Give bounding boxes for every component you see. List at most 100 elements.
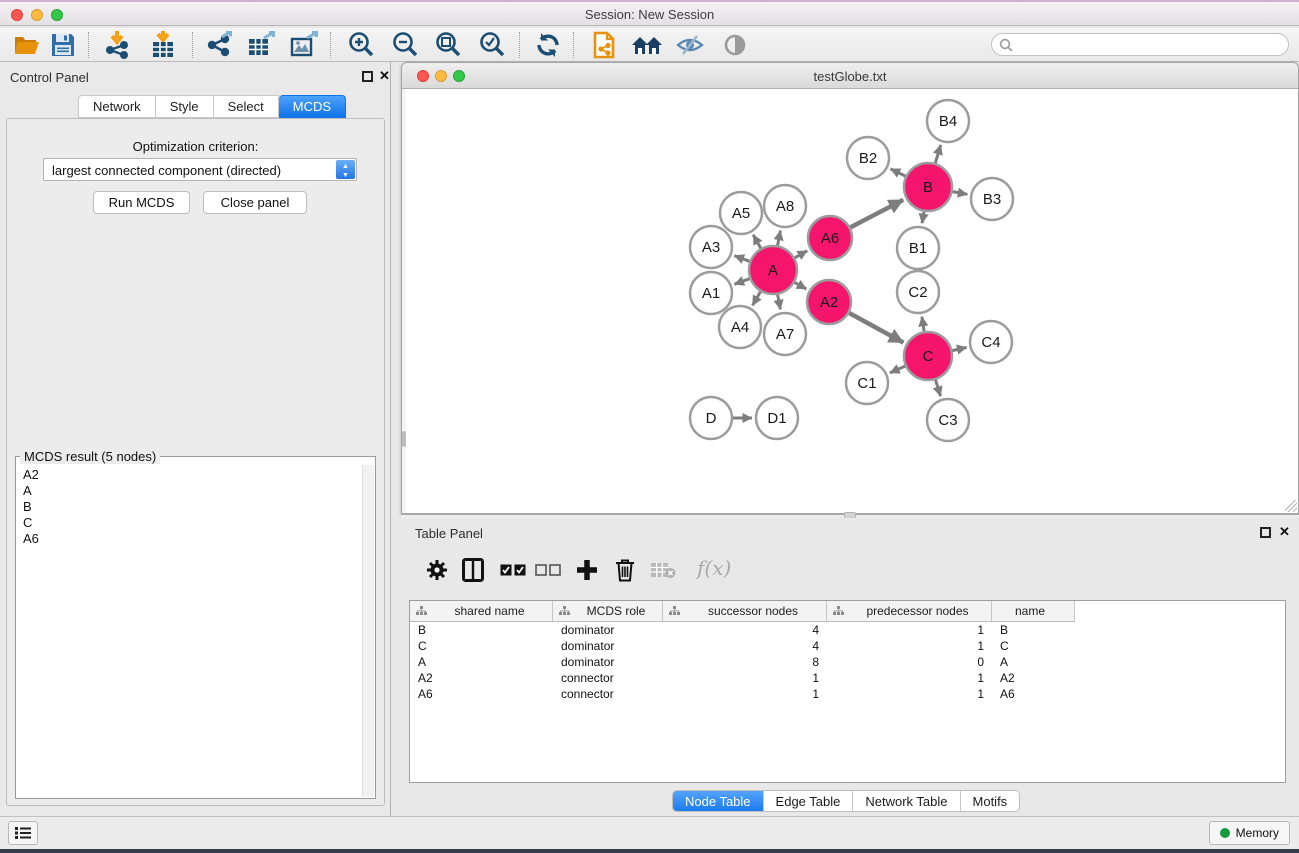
- cell[interactable]: 1: [827, 622, 992, 638]
- float-panel-icon[interactable]: [362, 71, 373, 82]
- edge-A-A4[interactable]: [753, 292, 761, 306]
- edge-C-C2[interactable]: [922, 317, 924, 332]
- run-mcds-button[interactable]: Run MCDS: [93, 191, 190, 214]
- search-input[interactable]: [1016, 35, 1281, 54]
- edge-A-A5[interactable]: [753, 235, 761, 248]
- export-table-icon[interactable]: [244, 31, 278, 59]
- zoom-fit-icon[interactable]: [431, 31, 465, 59]
- import-network-icon[interactable]: [100, 31, 134, 59]
- cell[interactable]: connector: [553, 670, 663, 686]
- edge-A-A3[interactable]: [734, 256, 749, 262]
- edge-A6-B[interactable]: [850, 200, 903, 228]
- eye-icon[interactable]: [718, 31, 752, 59]
- column-header-name[interactable]: name: [992, 601, 1075, 622]
- document-share-icon[interactable]: [588, 31, 622, 59]
- criterion-select[interactable]: largest connected component (directed) ▲…: [43, 158, 357, 181]
- edge-B-B1[interactable]: [922, 212, 924, 224]
- close-panel-icon[interactable]: ✕: [379, 68, 390, 84]
- cell[interactable]: dominator: [553, 638, 663, 654]
- mcds-result-item[interactable]: B: [23, 499, 356, 515]
- eye-slash-icon[interactable]: [673, 31, 707, 59]
- cell[interactable]: A6: [410, 686, 553, 702]
- edge-B-B2[interactable]: [891, 169, 906, 176]
- column-header-predecessor-nodes[interactable]: predecessor nodes: [827, 601, 992, 622]
- cell[interactable]: 1: [827, 638, 992, 654]
- export-image-icon[interactable]: [287, 31, 321, 59]
- tab-style[interactable]: Style: [156, 95, 214, 118]
- tab-network[interactable]: Network: [78, 95, 156, 118]
- edge-A-A7[interactable]: [778, 295, 781, 310]
- table-row[interactable]: A2connector11A2: [410, 670, 1285, 686]
- select-all-checks-icon[interactable]: [497, 554, 529, 586]
- cell[interactable]: C: [410, 638, 553, 654]
- tab-node-table[interactable]: Node Table: [673, 791, 764, 811]
- settings-gear-icon[interactable]: [421, 554, 453, 586]
- cell[interactable]: 1: [663, 670, 827, 686]
- cell[interactable]: 8: [663, 654, 827, 670]
- cell[interactable]: 1: [827, 670, 992, 686]
- columns-icon[interactable]: [457, 554, 489, 586]
- memory-button[interactable]: Memory: [1209, 821, 1290, 845]
- houses-icon[interactable]: [630, 31, 664, 59]
- float-table-panel-icon[interactable]: [1260, 527, 1271, 538]
- table-row[interactable]: Cdominator41C: [410, 638, 1285, 654]
- close-panel-button[interactable]: Close panel: [203, 191, 307, 214]
- mcds-result-scrollbar[interactable]: [362, 465, 374, 797]
- cell[interactable]: 0: [827, 654, 992, 670]
- table-row[interactable]: Adominator80A: [410, 654, 1285, 670]
- zoom-out-icon[interactable]: [388, 31, 422, 59]
- cell[interactable]: 4: [663, 622, 827, 638]
- close-table-panel-icon[interactable]: ✕: [1279, 524, 1290, 540]
- edge-A2-C[interactable]: [849, 313, 903, 343]
- edge-C-C3[interactable]: [936, 380, 941, 396]
- zoom-selected-icon[interactable]: [475, 31, 509, 59]
- mcds-result-item[interactable]: A6: [23, 531, 356, 547]
- tab-select[interactable]: Select: [214, 95, 279, 118]
- cell[interactable]: C: [992, 638, 1075, 654]
- edge-A-A2[interactable]: [795, 282, 807, 289]
- deselect-checks-icon[interactable]: [532, 554, 564, 586]
- cell[interactable]: A6: [992, 686, 1075, 702]
- cell[interactable]: A2: [992, 670, 1075, 686]
- window-resize-grip[interactable]: [1285, 500, 1297, 512]
- cell[interactable]: B: [992, 622, 1075, 638]
- edge-A-A6[interactable]: [795, 251, 808, 258]
- cell[interactable]: A2: [410, 670, 553, 686]
- select-stepper-icon[interactable]: ▲▼: [336, 160, 355, 179]
- delete-trash-icon[interactable]: [609, 554, 641, 586]
- save-session-icon[interactable]: [46, 31, 80, 59]
- tab-motifs[interactable]: Motifs: [961, 791, 1020, 811]
- edge-A-A1[interactable]: [734, 279, 749, 285]
- open-session-icon[interactable]: [10, 31, 44, 59]
- node-table[interactable]: shared nameMCDS rolesuccessor nodesprede…: [409, 600, 1286, 783]
- cell[interactable]: A: [410, 654, 553, 670]
- edge-B-B3[interactable]: [953, 192, 968, 195]
- cell[interactable]: 1: [663, 686, 827, 702]
- add-icon[interactable]: [571, 554, 603, 586]
- cell[interactable]: dominator: [553, 654, 663, 670]
- search-box[interactable]: [991, 33, 1289, 56]
- zoom-in-icon[interactable]: [344, 31, 378, 59]
- cell[interactable]: B: [410, 622, 553, 638]
- edge-C-C1[interactable]: [890, 366, 905, 373]
- table-row[interactable]: Bdominator41B: [410, 622, 1285, 638]
- network-graph[interactable]: B4B2BB3A5A8A6A3B1AA1C2A2A4A7C4CC1DD1C3: [406, 89, 1298, 513]
- column-header-successor-nodes[interactable]: successor nodes: [663, 601, 827, 622]
- edge-B-B4[interactable]: [935, 145, 940, 163]
- tab-edge-table[interactable]: Edge Table: [764, 791, 854, 811]
- table-row[interactable]: A6connector11A6: [410, 686, 1285, 702]
- tab-mcds[interactable]: MCDS: [279, 95, 346, 118]
- cell[interactable]: dominator: [553, 622, 663, 638]
- tab-network-table[interactable]: Network Table: [853, 791, 960, 811]
- task-history-button[interactable]: [8, 821, 38, 845]
- mcds-result-item[interactable]: A: [23, 483, 356, 499]
- import-table-icon[interactable]: [146, 31, 180, 59]
- refresh-icon[interactable]: [531, 31, 565, 59]
- column-header-MCDS-role[interactable]: MCDS role: [553, 601, 663, 622]
- edge-A-A8[interactable]: [778, 231, 781, 246]
- cell[interactable]: A: [992, 654, 1075, 670]
- mcds-result-item[interactable]: A2: [23, 467, 356, 483]
- cell[interactable]: 4: [663, 638, 827, 654]
- cell[interactable]: connector: [553, 686, 663, 702]
- edge-C-C4[interactable]: [952, 347, 966, 350]
